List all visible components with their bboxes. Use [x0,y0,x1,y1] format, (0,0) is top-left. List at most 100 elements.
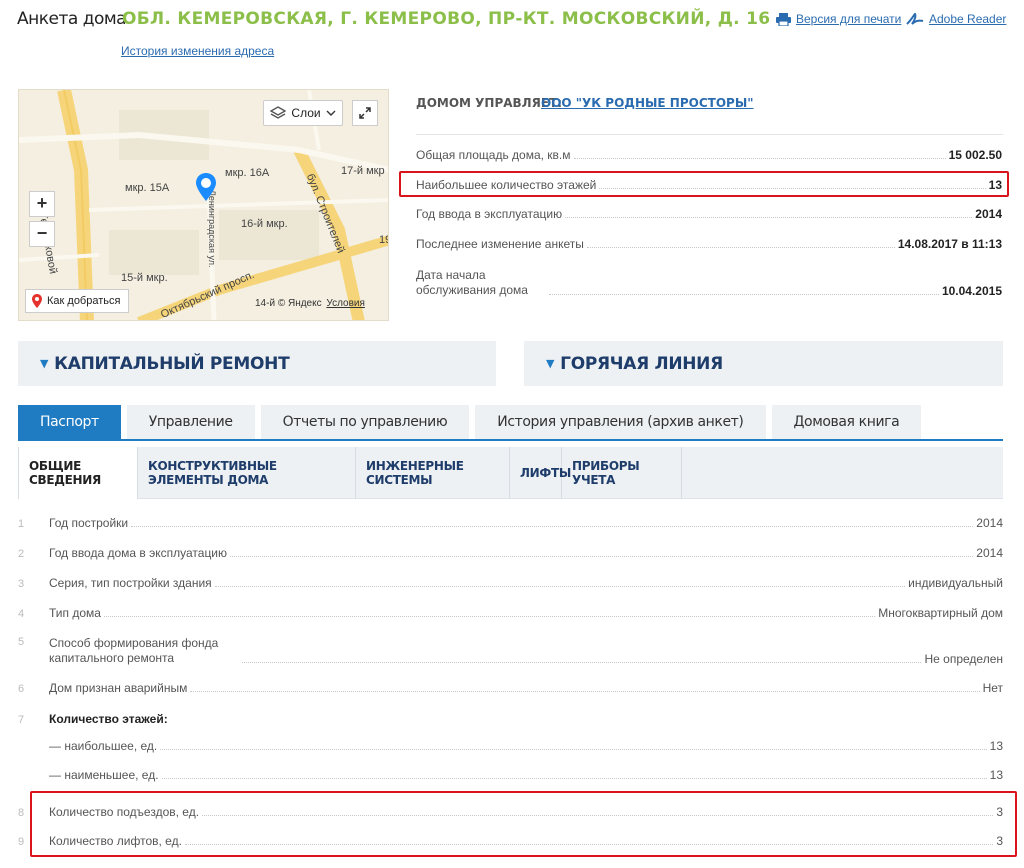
passport-row: 3 Серия, тип постройки здания индивидуал… [18,576,1003,590]
info-row-area: Общая площадь дома, кв.м 15 002.50 [416,148,1002,162]
map-layers-button[interactable]: Слои [263,100,343,126]
printer-icon [776,12,791,26]
page-title: Анкета дома [17,9,127,29]
adobe-reader-label: Adobe Reader [929,12,1007,26]
row-value: Не определен [924,652,1003,666]
row-number: 3 [18,578,25,590]
yandex-copyright: © Яндекс [277,298,322,309]
route-label: Как добраться [47,295,121,307]
layers-icon [270,106,287,119]
house-address: ОБЛ. КЕМЕРОВСКАЯ, Г. КЕМЕРОВО, ПР-КТ. МО… [122,9,771,29]
row-label: — наибольшее, ед. [49,739,158,753]
print-version-label: Версия для печати [796,12,902,26]
passport-row: 5 Способ формирования фонда капитального… [18,636,1003,666]
info-label: Дата начала обслуживания дома [416,268,528,297]
info-value: 2014 [975,207,1002,221]
map-label-19: 19 [379,234,388,246]
row-label: Количество этажей: [49,712,168,726]
map-label-mkr15: 15-й мкр. [121,272,168,284]
row-label: Способ формирования фонда капитального р… [49,636,219,665]
divider [416,134,1003,135]
tab-management-reports[interactable]: Отчеты по управлению [260,405,470,439]
row-number: 1 [18,518,25,530]
row-label: Серия, тип постройки здания [49,576,212,590]
passport-row: — наименьшее, ед. 13 [18,768,1003,782]
row-label: Год постройки [49,516,129,530]
subtab-meters[interactable]: ПРИБОРЫ УЧЕТА [562,447,682,499]
map-label-mkr15a: мкр. 15А [125,182,170,194]
subtab-elevators[interactable]: ЛИФТЫ [510,447,571,499]
chevron-down-icon [326,110,336,116]
highlight-box [399,171,1009,197]
subtab-structural-elements[interactable]: КОНСТРУКТИВНЫЕ ЭЛЕМЕНТЫ ДОМА [138,447,356,499]
highlight-box [30,791,1017,857]
management-company-link[interactable]: ООО "УК РОДНЫЕ ПРОСТОРЫ" [541,96,754,110]
passport-row: — наибольшее, ед. 13 [18,739,1003,753]
row-value: 2014 [976,546,1003,560]
row-number: 2 [18,548,25,560]
triangle-down-icon: ▼ [546,357,555,370]
print-version-link[interactable]: Версия для печати [776,12,901,26]
adobe-reader-link[interactable]: Adobe Reader [906,12,1006,26]
tab-house-book[interactable]: Домовая книга [771,405,922,439]
row-value: индивидуальный [908,576,1003,590]
info-label: Общая площадь дома, кв.м [416,148,571,162]
info-row-commission-year: Год ввода в эксплуатацию 2014 [416,207,1002,221]
row-label: — наименьшее, ед. [49,768,159,782]
capital-repair-label: КАПИТАЛЬНЫЙ РЕМОНТ [54,353,290,374]
capital-repair-panel[interactable]: ▼ КАПИТАЛЬНЫЙ РЕМОНТ [18,341,496,386]
row-number: 4 [18,608,25,620]
subtab-engineering-systems[interactable]: ИНЖЕНЕРНЫЕ СИСТЕМЫ [356,447,510,499]
hotline-label: ГОРЯЧАЯ ЛИНИЯ [560,353,723,374]
sub-tabs: ОБЩИЕ СВЕДЕНИЯ КОНСТРУКТИВНЫЕ ЭЛЕМЕНТЫ Д… [18,447,1003,500]
passport-row: 2 Год ввода дома в эксплуатацию 2014 [18,546,1003,560]
map-label-mkr16: 16-й мкр. [241,218,288,230]
tab-passport[interactable]: Паспорт [18,405,121,439]
row-value: Многоквартирный дом [878,606,1003,620]
zoom-in-button[interactable]: + [29,191,55,217]
route-button[interactable]: Как добраться [25,289,129,313]
row-number: 5 [18,636,25,648]
map-terms-link[interactable]: Условия [326,298,365,309]
map-label-mkr17: 17-й мкр [341,165,385,177]
row-number: 7 [18,714,25,726]
map-fullscreen-button[interactable] [352,100,378,126]
passport-row: 7 Количество этажей: [18,712,1003,726]
expand-icon [359,107,371,119]
row-label: Дом признан аварийным [49,681,188,695]
row-number: 6 [18,683,25,695]
map-marker-icon[interactable] [195,172,217,202]
tab-management-history[interactable]: История управления (архив анкет) [475,405,766,439]
row-value: 13 [989,739,1003,753]
location-pin-icon [32,294,42,308]
zoom-out-button[interactable]: − [29,221,55,247]
info-row-last-change: Последнее изменение анкеты 14.08.2017 в … [416,237,1002,251]
row-value: 2014 [976,516,1003,530]
adobe-reader-icon [906,12,924,25]
passport-row: 1 Год постройки 2014 [18,516,1003,530]
map-label-14: 14-й [255,298,276,309]
passport-row: 6 Дом признан аварийным Нет [18,681,1003,695]
map-copyright: 14-й © Яндекс Условия [255,298,365,309]
tab-management[interactable]: Управление [126,405,255,439]
subtab-general-info[interactable]: ОБЩИЕ СВЕДЕНИЯ [18,447,138,500]
row-label: Тип дома [49,606,101,620]
hotline-panel[interactable]: ▼ ГОРЯЧАЯ ЛИНИЯ [524,341,1003,386]
tab-underline [18,439,1003,441]
triangle-down-icon: ▼ [40,357,49,370]
map-layers-label: Слои [291,106,321,120]
row-label: Год ввода дома в эксплуатацию [49,546,228,560]
passport-row: 4 Тип дома Многоквартирный дом [18,606,1003,620]
info-value: 14.08.2017 в 11:13 [897,237,1002,251]
address-history-link[interactable]: История изменения адреса [121,44,274,58]
row-value: 13 [989,768,1003,782]
row-value: Нет [982,681,1003,695]
map-label-mkr16a: мкр. 16А [225,167,270,179]
house-map[interactable]: ул. Терешковой мкр. 15А мкр. 16А 17-й мк… [18,89,389,321]
info-label: Год ввода в эксплуатацию [416,207,563,221]
info-row-service-start: Дата начала обслуживания дома 10.04.2015 [416,268,1002,298]
info-value: 10.04.2015 [941,284,1002,298]
main-tabs: Паспорт Управление Отчеты по управлению … [18,405,922,439]
info-label: Последнее изменение анкеты [416,237,584,251]
info-value: 15 002.50 [948,148,1002,162]
